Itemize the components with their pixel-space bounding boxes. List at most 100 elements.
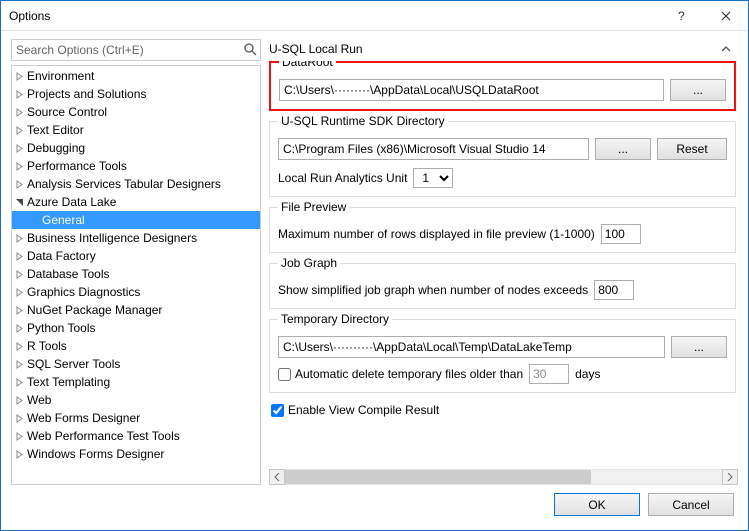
tree-item[interactable]: Database Tools	[12, 265, 260, 283]
tree-expand-icon[interactable]	[14, 323, 25, 334]
temp-dir-browse-button[interactable]: ...	[671, 336, 727, 358]
tree-item[interactable]: Debugging	[12, 139, 260, 157]
tree-expand-icon[interactable]	[14, 305, 25, 316]
temp-dir-input[interactable]	[278, 336, 665, 358]
tree-item-label: Azure Data Lake	[27, 195, 116, 209]
ok-button[interactable]: OK	[554, 493, 640, 516]
tree-expand-icon[interactable]	[14, 341, 25, 352]
scroll-left-button[interactable]	[269, 469, 285, 485]
tree-item-label: Business Intelligence Designers	[27, 231, 197, 245]
tree-expand-icon[interactable]	[14, 233, 25, 244]
tree-expand-icon[interactable]	[14, 359, 25, 370]
tree-item[interactable]: Text Editor	[12, 121, 260, 139]
tree-collapse-icon[interactable]	[14, 197, 25, 208]
tree-item[interactable]: Azure Data Lake	[12, 193, 260, 211]
tree-item-label: NuGet Package Manager	[27, 303, 162, 317]
tree-item[interactable]: Web Performance Test Tools	[12, 427, 260, 445]
sdk-path-input[interactable]	[278, 138, 589, 160]
tree-item-label: General	[42, 213, 85, 227]
scrollbar-thumb[interactable]	[285, 470, 591, 484]
auto-delete-label-post: days	[575, 367, 600, 381]
analytics-unit-select[interactable]: 1	[413, 168, 453, 188]
tree-expand-icon[interactable]	[14, 251, 25, 262]
options-tree[interactable]: EnvironmentProjects and SolutionsSource …	[11, 65, 261, 485]
tree-expand-icon[interactable]	[14, 107, 25, 118]
chevron-up-icon	[720, 43, 732, 55]
auto-delete-label-pre: Automatic delete temporary files older t…	[295, 367, 523, 381]
tree-item-label: Database Tools	[27, 267, 110, 281]
tree-item-label: SQL Server Tools	[27, 357, 120, 371]
tree-expand-icon[interactable]	[14, 431, 25, 442]
tree-expand-icon[interactable]	[14, 179, 25, 190]
tree-item[interactable]: Analysis Services Tabular Designers	[12, 175, 260, 193]
tree-item-label: Text Templating	[27, 375, 110, 389]
tree-expand-icon[interactable]	[14, 413, 25, 424]
close-button[interactable]	[703, 1, 748, 30]
tree-item[interactable]: Environment	[12, 67, 260, 85]
tree-item[interactable]: General	[12, 211, 260, 229]
scroll-right-button[interactable]	[722, 469, 738, 485]
auto-delete-row: Automatic delete temporary files older t…	[278, 367, 523, 381]
close-icon	[721, 11, 731, 21]
tree-item[interactable]: Business Intelligence Designers	[12, 229, 260, 247]
tree-item-label: Web	[27, 393, 51, 407]
tree-expand-icon[interactable]	[14, 161, 25, 172]
tree-item[interactable]: Source Control	[12, 103, 260, 121]
enable-compile-checkbox[interactable]	[271, 404, 284, 417]
search-input[interactable]	[11, 39, 261, 61]
tree-expand-icon[interactable]	[14, 143, 25, 154]
job-graph-legend: Job Graph	[278, 256, 340, 270]
tree-expand-icon[interactable]	[14, 71, 25, 82]
tree-item[interactable]: Performance Tools	[12, 157, 260, 175]
tree-item[interactable]: R Tools	[12, 337, 260, 355]
tree-item-label: Analysis Services Tabular Designers	[27, 177, 221, 191]
collapse-section-button[interactable]	[720, 43, 738, 55]
tree-item[interactable]: NuGet Package Manager	[12, 301, 260, 319]
sdk-reset-button[interactable]: Reset	[657, 138, 727, 160]
tree-expand-icon[interactable]	[14, 449, 25, 460]
job-graph-group: Job Graph Show simplified job graph when…	[269, 263, 736, 309]
chevron-left-icon	[274, 473, 280, 481]
tree-item[interactable]: Web Forms Designer	[12, 409, 260, 427]
dataroot-group: DataRoot ...	[269, 61, 736, 111]
job-graph-label: Show simplified job graph when number of…	[278, 283, 588, 297]
file-preview-rows-input[interactable]	[601, 224, 641, 244]
tree-item-label: Graphics Diagnostics	[27, 285, 140, 299]
sdk-browse-button[interactable]: ...	[595, 138, 651, 160]
tree-item[interactable]: Python Tools	[12, 319, 260, 337]
tree-expand-icon[interactable]	[14, 395, 25, 406]
temp-dir-group: Temporary Directory ... Automatic delete…	[269, 319, 736, 393]
tree-item[interactable]: SQL Server Tools	[12, 355, 260, 373]
tree-item[interactable]: Data Factory	[12, 247, 260, 265]
scrollbar-track[interactable]	[285, 469, 722, 485]
tree-expand-icon[interactable]	[14, 269, 25, 280]
section-heading-row: U-SQL Local Run	[269, 39, 738, 59]
section-heading: U-SQL Local Run	[269, 42, 720, 56]
cancel-button[interactable]: Cancel	[648, 493, 734, 516]
tree-expand-icon[interactable]	[14, 125, 25, 136]
help-icon: ?	[676, 9, 686, 23]
tree-item-label: Web Forms Designer	[27, 411, 140, 425]
tree-item-label: R Tools	[27, 339, 67, 353]
help-button[interactable]: ?	[658, 1, 703, 30]
job-graph-nodes-input[interactable]	[594, 280, 634, 300]
tree-item[interactable]: Web	[12, 391, 260, 409]
tree-expand-icon[interactable]	[14, 89, 25, 100]
auto-delete-checkbox[interactable]	[278, 368, 291, 381]
tree-expand-icon[interactable]	[14, 287, 25, 298]
tree-item[interactable]: Projects and Solutions	[12, 85, 260, 103]
tree-expand-icon[interactable]	[14, 377, 25, 388]
dataroot-legend: DataRoot	[279, 61, 336, 69]
tree-item-label: Web Performance Test Tools	[27, 429, 180, 443]
dataroot-input[interactable]	[279, 79, 664, 101]
dataroot-browse-button[interactable]: ...	[670, 79, 726, 101]
tree-item[interactable]: Graphics Diagnostics	[12, 283, 260, 301]
tree-item-label: Text Editor	[27, 123, 84, 137]
horizontal-scrollbar[interactable]	[269, 469, 738, 485]
tree-item[interactable]: Windows Forms Designer	[12, 445, 260, 463]
tree-item[interactable]: Text Templating	[12, 373, 260, 391]
file-preview-label: Maximum number of rows displayed in file…	[278, 227, 595, 241]
tree-item-label: Data Factory	[27, 249, 96, 263]
titlebar: Options ?	[1, 1, 748, 31]
tree-item-label: Performance Tools	[27, 159, 127, 173]
